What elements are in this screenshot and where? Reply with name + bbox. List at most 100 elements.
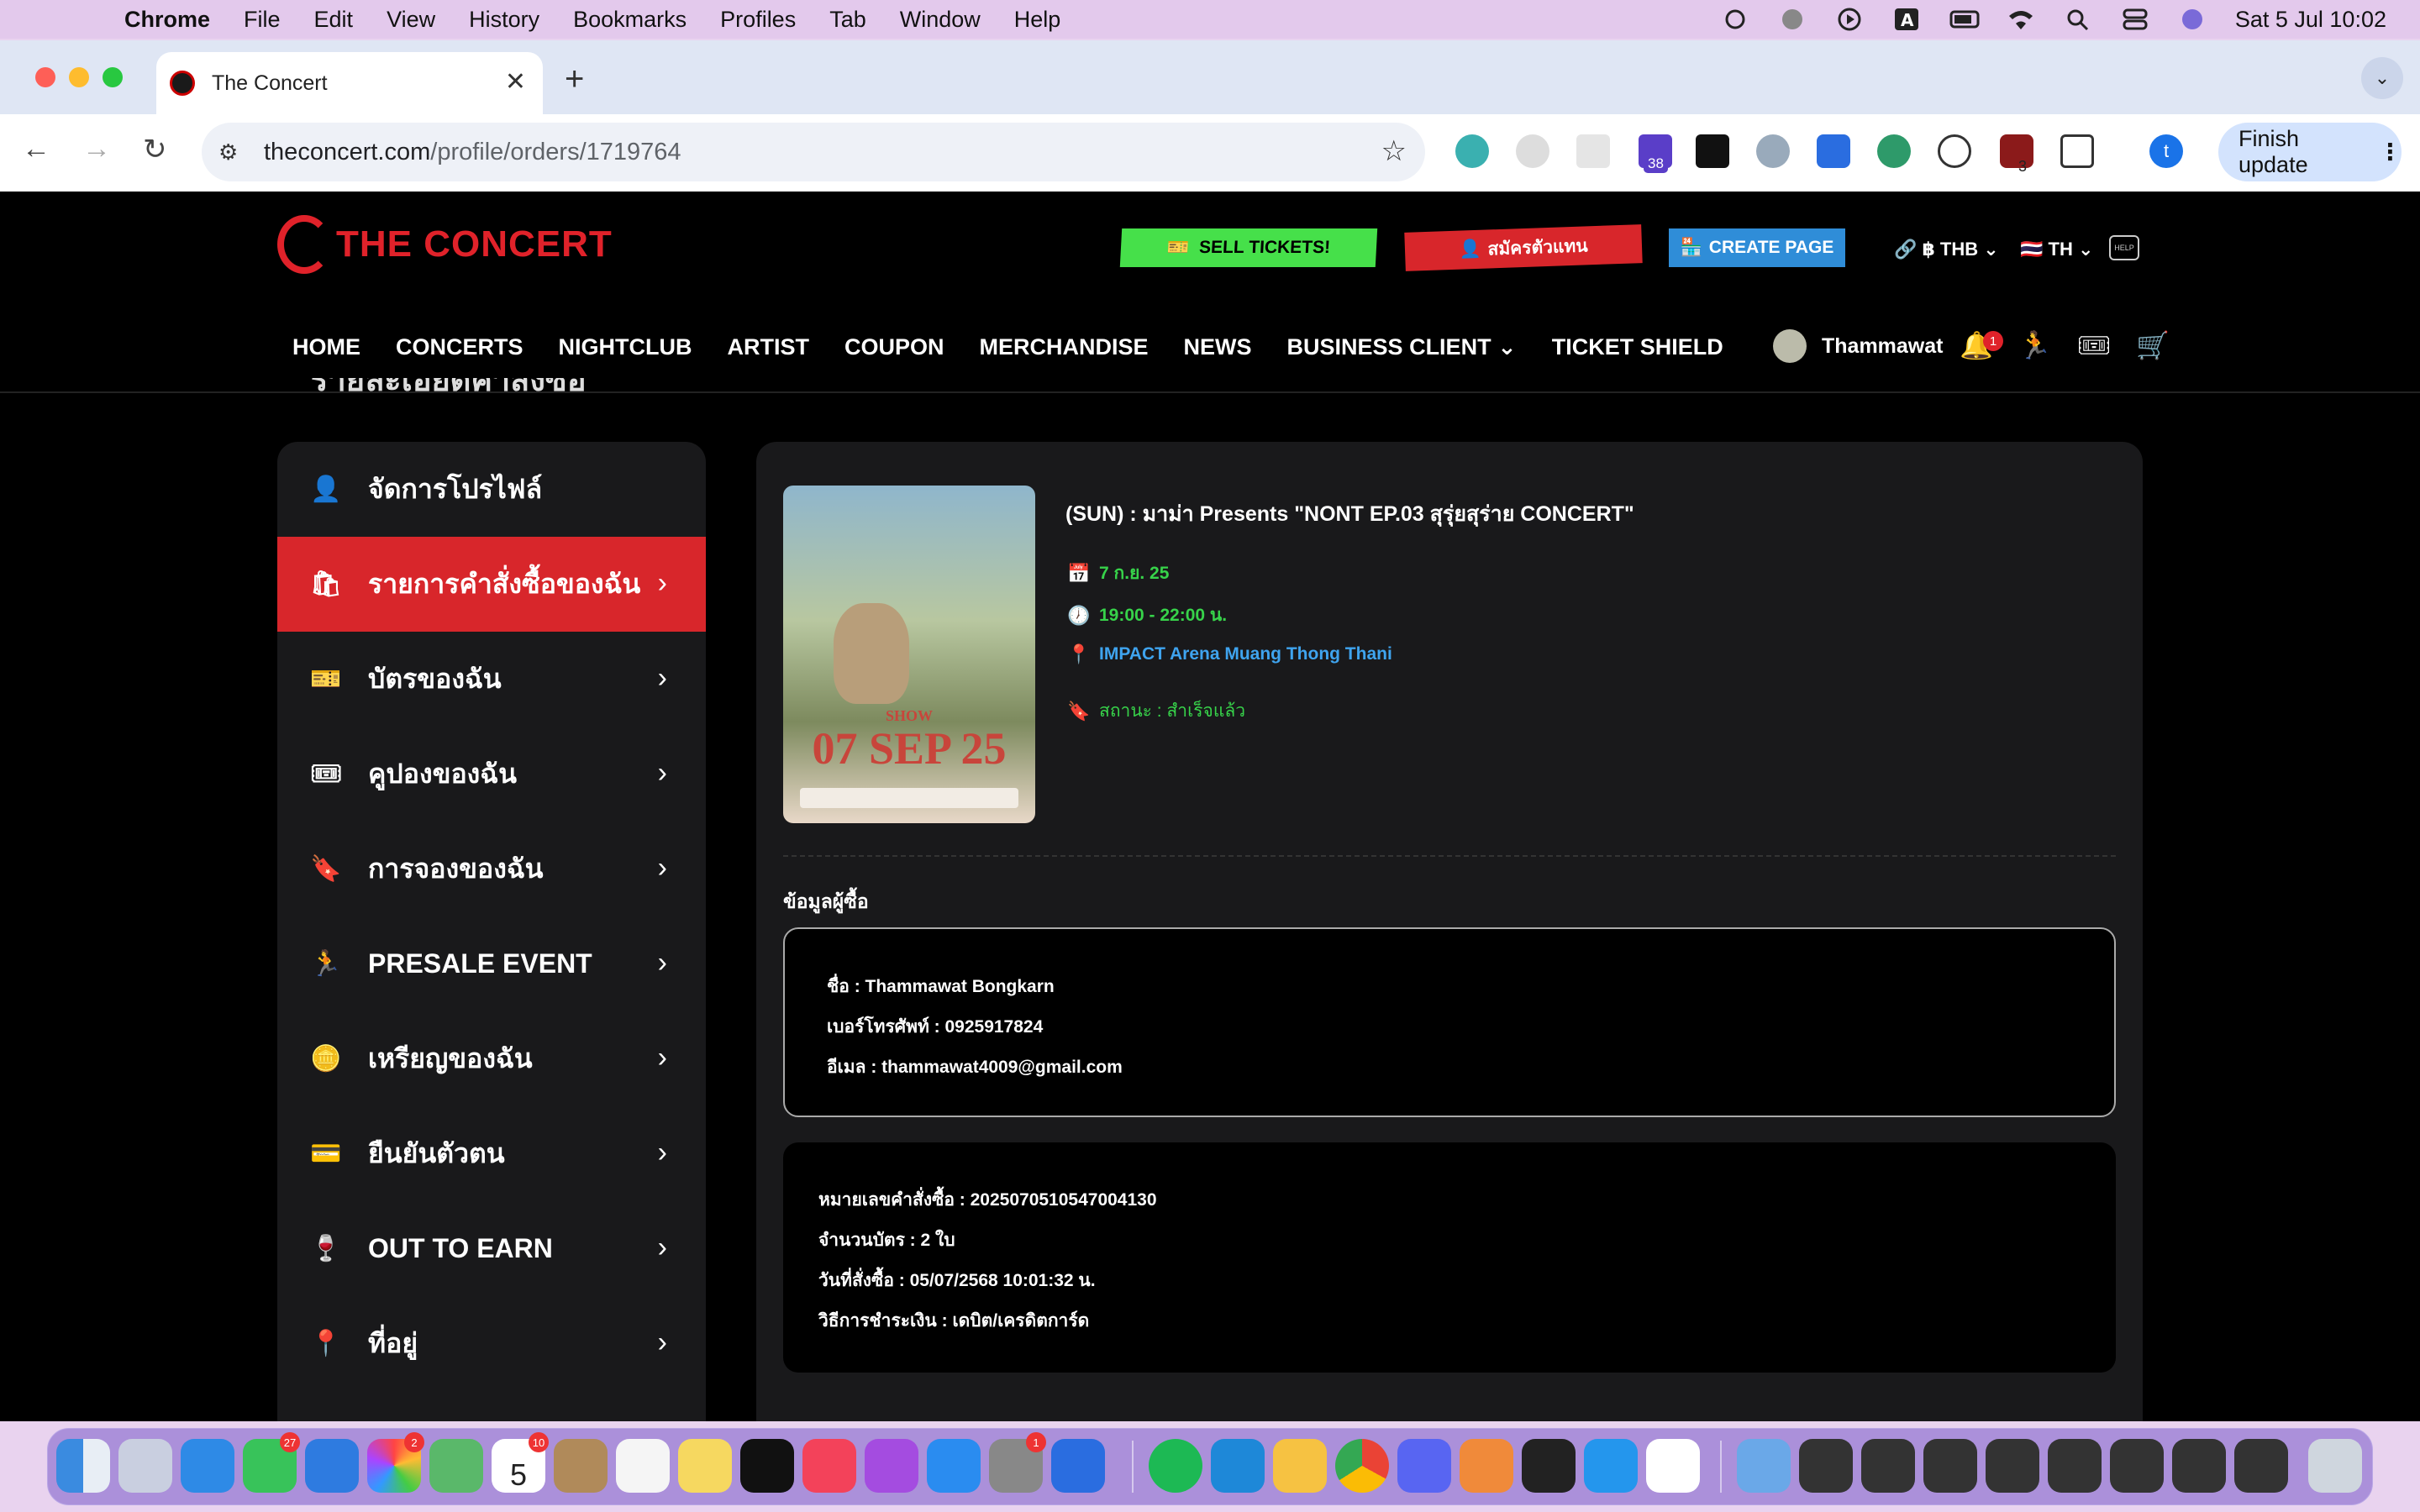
finish-update-button[interactable]: Finish update ⋮ <box>2218 123 2402 181</box>
pen-app-icon[interactable] <box>1460 1439 1513 1493</box>
extension-m-icon[interactable] <box>1455 134 1489 168</box>
extension-brain-icon[interactable] <box>1877 134 1911 168</box>
nav-merchandise[interactable]: MERCHANDISE <box>980 334 1149 360</box>
ticket-wallet-icon[interactable]: 🎟 <box>2077 329 2112 361</box>
site-info-icon[interactable]: ⚙ <box>218 139 242 165</box>
sidebar-item-out-to-earn[interactable]: 🍷 OUT TO EARN › <box>277 1201 706 1296</box>
wifi-icon[interactable] <box>2007 7 2035 32</box>
menu-help[interactable]: Help <box>1014 7 1061 33</box>
music-icon[interactable] <box>802 1439 856 1493</box>
currency-selector[interactable]: 🔗 ฿ THB ⌄ <box>1894 239 1999 260</box>
discord-icon[interactable] <box>1397 1439 1451 1493</box>
contacts-icon[interactable] <box>554 1439 608 1493</box>
nav-home[interactable]: HOME <box>292 334 360 360</box>
battery-icon[interactable] <box>1949 7 1980 32</box>
window-thumbnail-icon[interactable] <box>2110 1439 2164 1493</box>
language-selector[interactable]: 🇹🇭 TH ⌄ <box>2020 239 2093 260</box>
nav-nightclub[interactable]: NIGHTCLUB <box>559 334 692 360</box>
menu-file[interactable]: File <box>244 7 281 33</box>
notes-icon[interactable] <box>678 1439 732 1493</box>
close-tab-icon[interactable]: ✕ <box>505 67 526 97</box>
extension-a-icon[interactable] <box>1938 134 1971 168</box>
create-page-button[interactable]: 🏪 CREATE PAGE <box>1669 228 1845 267</box>
extension-shield-icon[interactable] <box>2000 134 2033 168</box>
location-app-icon[interactable] <box>1051 1439 1105 1493</box>
tab-the-concert[interactable]: The Concert ✕ <box>156 52 543 114</box>
help-icon[interactable]: HELP <box>2109 235 2139 260</box>
maps-icon[interactable] <box>429 1439 483 1493</box>
window-thumbnail-icon[interactable] <box>1986 1439 2039 1493</box>
event-venue[interactable]: 📍 IMPACT Arena Muang Thong Thani <box>1067 643 1392 665</box>
window-thumbnail-icon[interactable] <box>2172 1439 2226 1493</box>
window-thumbnail-icon[interactable] <box>1799 1439 1853 1493</box>
terminal-icon[interactable] <box>1522 1439 1576 1493</box>
menu-window[interactable]: Window <box>900 7 981 33</box>
runner-icon[interactable]: 🏃 <box>2018 329 2052 361</box>
tab-search-icon[interactable]: ⌄ <box>2361 57 2403 99</box>
window-thumbnail-icon[interactable] <box>2048 1439 2102 1493</box>
bookmark-star-icon[interactable]: ☆ <box>1381 134 1407 168</box>
register-agent-button[interactable]: 👤 สมัครตัวแทน <box>1404 224 1643 271</box>
nav-artist[interactable]: ARTIST <box>728 334 810 360</box>
forward-icon[interactable]: → <box>82 133 111 165</box>
extension-tag-icon[interactable] <box>1817 134 1850 168</box>
reload-icon[interactable]: ↻ <box>143 133 167 166</box>
mongodb-icon[interactable] <box>1646 1439 1700 1493</box>
url-text[interactable]: theconcert.com/profile/orders/1719764 <box>264 139 681 166</box>
nav-coupon[interactable]: COUPON <box>844 334 944 360</box>
new-tab-icon[interactable]: + <box>565 60 584 98</box>
menu-view[interactable]: View <box>387 7 435 33</box>
extension-ghost-icon[interactable] <box>1516 134 1549 168</box>
menu-edit[interactable]: Edit <box>314 7 354 33</box>
more-menu-icon[interactable]: ⋮ <box>2379 139 2402 165</box>
extension-grid-icon[interactable] <box>1576 134 1610 168</box>
site-logo[interactable]: THE CONCERT <box>277 215 613 274</box>
docker-icon[interactable] <box>1584 1439 1638 1493</box>
nav-news[interactable]: NEWS <box>1184 334 1252 360</box>
cart-icon[interactable]: 🛒 <box>2136 329 2170 361</box>
chrome-icon[interactable] <box>1335 1439 1389 1493</box>
mail-icon[interactable] <box>305 1439 359 1493</box>
menu-history[interactable]: History <box>469 7 539 33</box>
safari-icon[interactable] <box>181 1439 234 1493</box>
nav-business-client[interactable]: BUSINESS CLIENT ⌄ <box>1287 334 1517 360</box>
menu-bar-clock[interactable]: Sat 5 Jul 10:02 <box>2235 7 2386 33</box>
minimize-window-button[interactable] <box>69 67 89 87</box>
globe-icon[interactable] <box>1778 7 1807 32</box>
menu-bookmarks[interactable]: Bookmarks <box>573 7 687 33</box>
nav-concerts[interactable]: CONCERTS <box>396 334 523 360</box>
extensions-puzzle-icon[interactable] <box>2060 134 2094 168</box>
profile-avatar[interactable]: t <box>2149 134 2183 168</box>
menu-tab[interactable]: Tab <box>829 7 866 33</box>
folder-app-icon[interactable] <box>1273 1439 1327 1493</box>
sidebar-item-presale[interactable]: 🏃 PRESALE EVENT › <box>277 916 706 1011</box>
search-icon[interactable] <box>2064 7 2092 32</box>
nav-ticket-shield[interactable]: TICKET SHIELD <box>1552 334 1723 360</box>
spotify-icon[interactable] <box>1149 1439 1202 1493</box>
trash-icon[interactable] <box>2308 1439 2362 1493</box>
sidebar-item-tickets[interactable]: 🎫 บัตรของฉัน › <box>277 632 706 727</box>
back-icon[interactable]: ← <box>22 133 50 165</box>
menu-profiles[interactable]: Profiles <box>720 7 796 33</box>
window-thumbnail-icon[interactable] <box>2234 1439 2288 1493</box>
apple-tv-icon[interactable] <box>740 1439 794 1493</box>
control-center-icon[interactable] <box>2121 7 2149 32</box>
sidebar-item-address[interactable]: 📍 ที่อยู่ › <box>277 1296 706 1391</box>
sidebar-item-profile[interactable]: 👤 จัดการโปรไฟล์ <box>277 442 706 537</box>
address-bar[interactable]: ⚙ theconcert.com/profile/orders/1719764 … <box>202 123 1425 181</box>
sell-tickets-button[interactable]: 🎫 SELL TICKETS! <box>1119 228 1378 267</box>
sidebar-item-bookings[interactable]: 🔖 การจองของฉัน › <box>277 822 706 916</box>
sidebar-item-coupons[interactable]: 🎟 คูปองของฉัน › <box>277 727 706 822</box>
event-poster[interactable]: SHOW 07 SEP 25 <box>783 486 1035 823</box>
finder-icon[interactable] <box>56 1439 110 1493</box>
extension-fire-icon[interactable] <box>1756 134 1790 168</box>
extension-w-icon[interactable] <box>1696 134 1729 168</box>
sidebar-item-orders[interactable]: 🛍 รายการคำสั่งซื้อของฉัน › <box>277 537 706 632</box>
zoom-window-button[interactable] <box>103 67 123 87</box>
downloads-folder-icon[interactable] <box>1737 1439 1791 1493</box>
breadcrumb[interactable]: รายละเอียดคำสั่งซื้อ <box>311 378 587 396</box>
siri-icon[interactable] <box>2178 7 2207 32</box>
reminders-icon[interactable] <box>616 1439 670 1493</box>
weather-icon[interactable] <box>1721 7 1749 32</box>
launchpad-icon[interactable] <box>118 1439 172 1493</box>
